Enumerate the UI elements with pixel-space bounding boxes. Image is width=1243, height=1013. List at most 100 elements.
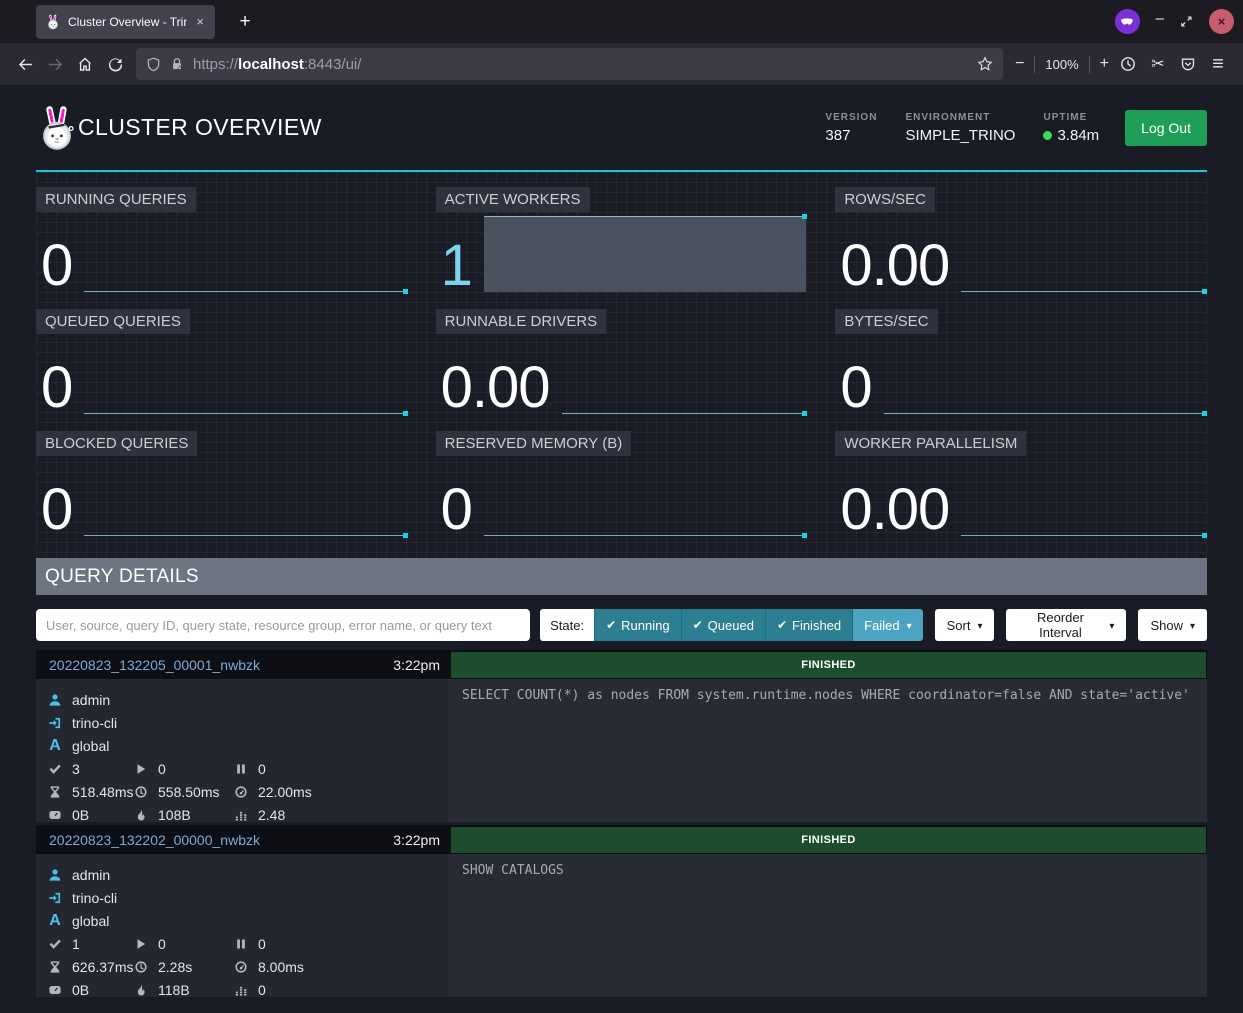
query-search-input[interactable]	[36, 609, 530, 641]
forward-button[interactable]	[40, 49, 70, 79]
back-button[interactable]	[10, 49, 40, 79]
query-stats-grid: 3 0 0 518.48ms	[48, 757, 436, 826]
play-icon	[134, 937, 148, 951]
zoom-out-button[interactable]: −	[1015, 55, 1024, 73]
current-memory: 0B	[48, 978, 134, 1001]
mask-icon	[1120, 15, 1134, 29]
window-close-button[interactable]: ×	[1209, 9, 1234, 34]
user-icon	[48, 868, 62, 882]
window-minimize-button[interactable]: –	[1156, 11, 1164, 32]
query-id-link[interactable]: 20220823_132202_00000_nwbzk	[49, 832, 260, 848]
cluster-header: CLUSTER OVERVIEW VERSION 387 ENVIRONMENT…	[36, 85, 1207, 170]
stat-card-reserved-memory: RESERVED MEMORY (B) 0	[436, 429, 808, 539]
dashboard: RUNNING QUERIES 0 ACTIVE WORKERS 1 ROWS/…	[36, 172, 1207, 558]
query-state-badge: FINISHED	[451, 652, 1206, 678]
running-splits: 0	[134, 757, 234, 780]
trino-page: CLUSTER OVERVIEW VERSION 387 ENVIRONMENT…	[0, 85, 1243, 1013]
sort-dropdown[interactable]: Sort ▾	[935, 609, 995, 641]
reorder-interval-label: Reorder Interval	[1018, 610, 1102, 640]
source-icon	[48, 891, 62, 905]
query-details-section: QUERY DETAILS State: ✔ Running ✔ Queued …	[36, 558, 1207, 997]
cumulative-memory: 2.48	[234, 803, 436, 826]
query-resource-group-row: A global	[48, 909, 436, 932]
query-header: 20220823_132205_00001_nwbzk 3:22pm	[36, 650, 448, 679]
private-browsing-icon	[1115, 9, 1140, 34]
stat-label: ROWS/SEC	[835, 187, 935, 212]
source-icon	[48, 716, 62, 730]
query-row: 20220823_132202_00000_nwbzk 3:22pm FINIS…	[36, 825, 1207, 997]
sort-label: Sort	[947, 618, 971, 633]
history-button[interactable]	[1113, 49, 1143, 79]
scale-icon	[48, 808, 62, 822]
lock-icon[interactable]	[170, 57, 184, 71]
query-id-link[interactable]: 20220823_132205_00001_nwbzk	[49, 657, 260, 673]
stat-value: 0	[36, 361, 72, 414]
url-text[interactable]: https://localhost:8443/ui/	[193, 56, 968, 73]
state-filter-running[interactable]: ✔ Running	[594, 609, 681, 641]
home-button[interactable]	[70, 49, 100, 79]
window-maximize-button[interactable]	[1180, 15, 1193, 28]
zoom-level[interactable]: 100%	[1045, 57, 1078, 72]
check-icon: ✔	[693, 618, 703, 632]
query-stats-grid: 1 0 0 626.37ms	[48, 932, 436, 1001]
equalizer-icon	[234, 808, 248, 822]
reload-button[interactable]	[100, 49, 130, 79]
reorder-interval-dropdown[interactable]: Reorder Interval ▾	[1006, 609, 1126, 641]
stat-card-worker-parallelism: WORKER PARALLELISM 0.00	[835, 429, 1207, 539]
cluster-meta: VERSION 387 ENVIRONMENT SIMPLE_TRINO UPT…	[825, 112, 1099, 144]
bookmark-star-icon[interactable]	[977, 56, 993, 72]
menu-button[interactable]: ≡	[1203, 49, 1233, 79]
cpu-time: 22.00ms	[234, 780, 436, 803]
check-icon: ✔	[777, 618, 787, 632]
screenshot-button[interactable]: ✂	[1143, 49, 1173, 79]
separator	[1034, 56, 1035, 73]
wall-time: 626.37ms	[48, 955, 134, 978]
state-filter-failed-label: Failed	[864, 618, 899, 633]
query-source-row: trino-cli	[48, 886, 436, 909]
version-label: VERSION	[825, 112, 877, 123]
state-filter-failed-dropdown[interactable]: Failed ▾	[852, 609, 922, 641]
maximize-icon	[1180, 15, 1193, 28]
pocket-button[interactable]	[1173, 49, 1203, 79]
sparkline	[562, 356, 807, 414]
window-controls: – ×	[1115, 9, 1243, 34]
fire-icon	[134, 808, 148, 822]
stat-label: BYTES/SEC	[835, 309, 937, 334]
logout-button[interactable]: Log Out	[1125, 110, 1207, 146]
chevron-down-icon: ▾	[1109, 621, 1114, 632]
query-state-badge: FINISHED	[451, 827, 1206, 853]
stat-value: 0.00	[835, 483, 949, 536]
check-icon	[48, 762, 62, 776]
clock-icon	[134, 960, 148, 974]
new-tab-button[interactable]: +	[232, 11, 258, 33]
stat-label: ACTIVE WORKERS	[436, 187, 590, 212]
gauge-icon	[234, 785, 248, 799]
trino-logo	[36, 105, 78, 151]
tab-close-icon[interactable]: ×	[194, 14, 206, 29]
stat-value: 0.00	[436, 361, 550, 414]
queued-splits: 0	[234, 932, 436, 955]
wall-time: 518.48ms	[48, 780, 134, 803]
query-meta: admin trino-cli A global 1	[36, 854, 448, 997]
query-resource-group: global	[72, 738, 109, 754]
zoom-in-button[interactable]: +	[1100, 55, 1109, 73]
stat-card-bytes-sec: BYTES/SEC 0	[835, 307, 1207, 417]
show-dropdown[interactable]: Show ▾	[1138, 609, 1207, 641]
state-filter-finished[interactable]: ✔ Finished	[765, 609, 852, 641]
user-icon	[48, 693, 62, 707]
state-filter-queued-label: Queued	[708, 618, 754, 633]
hourglass-icon	[48, 960, 62, 974]
tracking-shield-icon[interactable]	[146, 57, 161, 72]
state-filter-queued[interactable]: ✔ Queued	[681, 609, 765, 641]
query-details-title: QUERY DETAILS	[36, 558, 1207, 595]
query-state-container: FINISHED	[448, 825, 1207, 854]
sparkline	[84, 478, 406, 536]
browser-tab[interactable]: Cluster Overview - Trino ×	[36, 5, 215, 39]
peak-memory: 108B	[134, 803, 234, 826]
url-bar[interactable]: https://localhost:8443/ui/	[136, 48, 1003, 80]
stat-value: 1	[436, 239, 472, 292]
uptime-status-dot	[1043, 131, 1052, 140]
gauge-icon	[234, 960, 248, 974]
environment-value: SIMPLE_TRINO	[905, 127, 1015, 144]
uptime-label: UPTIME	[1043, 112, 1099, 123]
